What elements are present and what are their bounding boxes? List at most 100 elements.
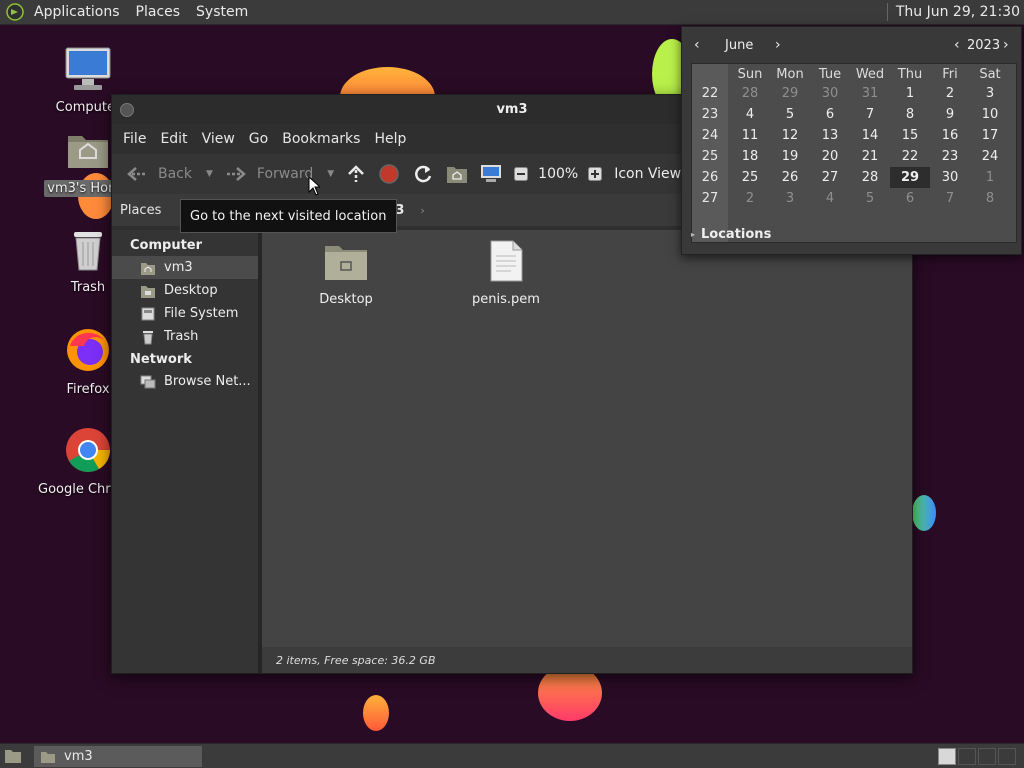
calendar-day[interactable]: 2 (730, 188, 770, 209)
workspace-switcher[interactable] (978, 748, 996, 765)
menu-view[interactable]: View (195, 131, 242, 147)
sidebar-section-network: Network (130, 351, 192, 367)
calendar-day[interactable]: 13 (810, 125, 850, 146)
calendar-day[interactable]: 7 (850, 104, 890, 125)
up-button[interactable] (340, 158, 372, 190)
calendar-day[interactable]: 3 (970, 83, 1010, 104)
calendar-day-today[interactable]: 29 (890, 167, 930, 188)
file-item-desktop[interactable]: Desktop (296, 240, 396, 307)
calendar-day[interactable]: 2 (930, 83, 970, 104)
calendar-day[interactable]: 24 (970, 146, 1010, 167)
file-item-pem[interactable]: penis.pem (456, 240, 556, 307)
sidebar-item-vm3[interactable]: vm3 (112, 256, 258, 279)
menu-bookmarks[interactable]: Bookmarks (275, 131, 367, 147)
week-number: 27 (701, 191, 719, 206)
sidebar-item-desktop[interactable]: Desktop (112, 279, 258, 302)
system-menu[interactable]: System (188, 0, 256, 25)
calendar-day[interactable]: 31 (850, 83, 890, 104)
calendar-day[interactable]: 23 (930, 146, 970, 167)
clock-applet[interactable]: Thu Jun 29, 21:30 (886, 0, 1024, 25)
sidebar-item-file-system[interactable]: File System (112, 302, 258, 325)
calendar-day[interactable]: 8 (890, 104, 930, 125)
zoom-out-button[interactable] (508, 158, 534, 190)
calendar-day[interactable]: 28 (850, 167, 890, 188)
zoom-level[interactable]: 100% (534, 158, 582, 190)
distro-logo-icon[interactable] (6, 3, 24, 21)
menu-file[interactable]: File (116, 131, 153, 147)
computer-button[interactable] (474, 158, 508, 190)
back-history-dropdown-icon[interactable]: ▼ (206, 169, 213, 179)
next-year-button[interactable]: › (1003, 37, 1009, 53)
calendar-day[interactable]: 3 (770, 188, 810, 209)
next-month-button[interactable]: › (775, 37, 781, 53)
calendar-day[interactable]: 12 (770, 125, 810, 146)
prev-year-button[interactable]: ‹ (954, 37, 960, 53)
calendar-day[interactable]: 30 (930, 167, 970, 188)
calendar-day[interactable]: 27 (810, 167, 850, 188)
show-desktop-icon[interactable] (4, 748, 22, 764)
calendar-day[interactable]: 21 (850, 146, 890, 167)
calendar-day[interactable]: 6 (810, 104, 850, 125)
calendar-day[interactable]: 22 (890, 146, 930, 167)
menu-edit[interactable]: Edit (153, 131, 194, 147)
calendar-day[interactable]: 5 (770, 104, 810, 125)
sidebar-item-trash[interactable]: Trash (112, 325, 258, 348)
calendar-day[interactable]: 29 (770, 83, 810, 104)
sidebar-item-browse-network[interactable]: Browse Net... (112, 370, 258, 393)
forward-history-dropdown-icon[interactable]: ▼ (327, 169, 334, 179)
workspace-switcher[interactable] (958, 748, 976, 765)
calendar-day[interactable]: 25 (730, 167, 770, 188)
workspace-switcher[interactable] (998, 748, 1016, 765)
calendar-day[interactable]: 4 (730, 104, 770, 125)
calendar-day[interactable]: 20 (810, 146, 850, 167)
forward-label: Forward (256, 166, 314, 182)
calendar-day[interactable]: 17 (970, 125, 1010, 146)
places-selector[interactable]: Places (120, 203, 161, 218)
trash-icon (74, 232, 102, 271)
view-mode-selector[interactable]: Icon View (608, 158, 687, 190)
menu-go[interactable]: Go (242, 131, 275, 147)
calendar-day[interactable]: 9 (930, 104, 970, 125)
applications-menu[interactable]: Applications (26, 0, 128, 25)
workspace-switcher[interactable] (938, 748, 956, 765)
desktop-folder-icon (140, 283, 156, 299)
zoom-level-text: 100% (538, 166, 579, 182)
calendar-day[interactable]: 7 (930, 188, 970, 209)
file-view[interactable]: Desktop penis.pem 2 items, Free space: 3… (262, 230, 912, 673)
calendar-day[interactable]: 1 (970, 167, 1010, 188)
path-forward-arrow-icon[interactable]: › (420, 204, 424, 217)
prev-month-button[interactable]: ‹ (694, 37, 700, 53)
places-sidebar: Computer vm3 Desktop File System Trash N… (112, 230, 262, 673)
zoom-in-button[interactable] (582, 158, 608, 190)
back-button[interactable]: Back ▼ (120, 158, 219, 190)
forward-button[interactable]: Forward ▼ (219, 158, 340, 190)
window-menu-button[interactable] (120, 103, 134, 117)
home-button[interactable] (440, 158, 474, 190)
calendar-day[interactable]: 4 (810, 188, 850, 209)
status-text: 2 items, Free space: 36.2 GB (276, 653, 436, 667)
calendar-day[interactable]: 5 (850, 188, 890, 209)
calendar-day[interactable]: 8 (970, 188, 1010, 209)
reload-button[interactable] (406, 158, 440, 190)
calendar-day[interactable]: 11 (730, 125, 770, 146)
calendar-day[interactable]: 28 (730, 83, 770, 104)
calendar-day[interactable]: 10 (970, 104, 1010, 125)
places-menu[interactable]: Places (128, 0, 189, 25)
calendar-day[interactable]: 6 (890, 188, 930, 209)
stop-button[interactable] (372, 158, 406, 190)
calendar-day[interactable]: 15 (890, 125, 930, 146)
calendar-day[interactable]: 26 (770, 167, 810, 188)
calendar-day[interactable]: 30 (810, 83, 850, 104)
calendar-day[interactable]: 16 (930, 125, 970, 146)
calendar-day[interactable]: 19 (770, 146, 810, 167)
taskbar-window-button[interactable]: vm3 (34, 746, 202, 767)
calendar-day[interactable]: 14 (850, 125, 890, 146)
calendar-day[interactable]: 18 (730, 146, 770, 167)
weekday-header: Wed (855, 67, 885, 82)
reload-icon (415, 165, 432, 183)
home-folder-icon (447, 167, 468, 183)
calendar-year: 2023 (967, 37, 1001, 53)
calendar-day[interactable]: 1 (890, 83, 930, 104)
menu-help[interactable]: Help (367, 131, 413, 147)
locations-expander[interactable]: ▸ Locations (691, 227, 771, 242)
